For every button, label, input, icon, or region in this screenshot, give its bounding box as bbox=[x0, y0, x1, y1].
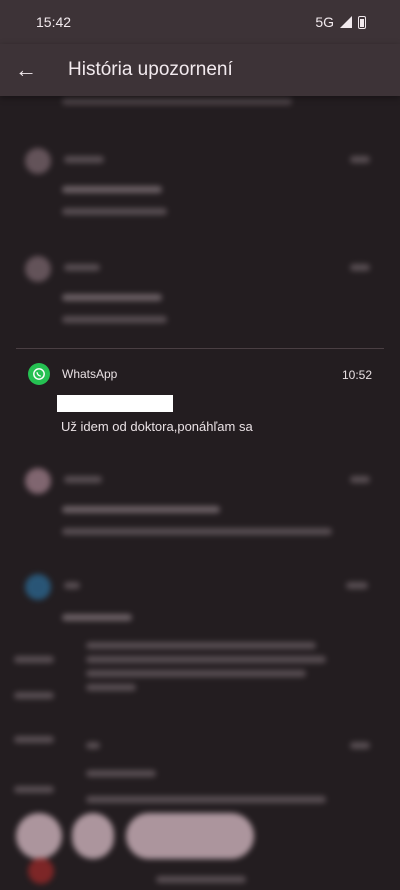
notification-header: WhatsApp bbox=[28, 363, 117, 385]
notification-message: Už idem od doktora,ponáhľam sa bbox=[61, 419, 253, 434]
network-label: 5G bbox=[315, 14, 334, 30]
status-icons: 5G bbox=[315, 14, 366, 30]
signal-icon bbox=[340, 16, 352, 28]
redacted-sender bbox=[57, 395, 173, 412]
battery-icon bbox=[358, 15, 366, 29]
app-bar: ← História upozornení bbox=[0, 44, 400, 96]
notification-time: 10:52 bbox=[341, 368, 372, 382]
status-time: 15:42 bbox=[36, 14, 72, 30]
whatsapp-notification[interactable]: WhatsApp 10:52 Už idem od doktora,ponáhľ… bbox=[0, 349, 400, 449]
status-bar: 15:42 5G bbox=[0, 0, 400, 44]
back-arrow-icon: ← bbox=[15, 57, 37, 82]
notification-app-name: WhatsApp bbox=[62, 367, 118, 381]
page-title: História upozornení bbox=[68, 59, 233, 80]
back-button[interactable]: ← bbox=[0, 44, 52, 96]
blurred-notification-list bbox=[0, 96, 400, 890]
whatsapp-icon bbox=[28, 363, 50, 385]
